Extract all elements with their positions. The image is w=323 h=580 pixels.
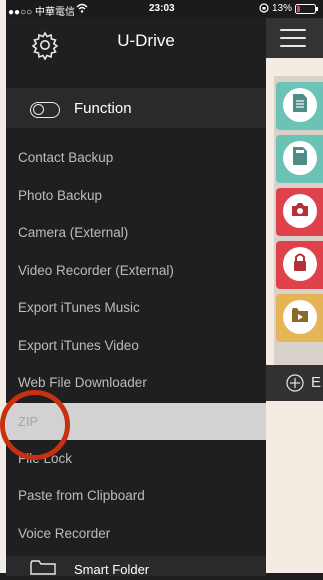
menu-item-voice-recorder[interactable]: Voice Recorder — [18, 526, 258, 541]
battery-icon — [295, 4, 319, 17]
lock-icon — [292, 252, 308, 277]
highlight-circle-annotation — [0, 390, 70, 460]
tile-documents[interactable] — [276, 82, 323, 130]
hamburger-menu-icon[interactable] — [280, 29, 306, 47]
menu-item-photo-backup[interactable]: Photo Backup — [18, 188, 258, 203]
menu-item-export-itunes-music[interactable]: Export iTunes Music — [18, 300, 258, 315]
main-bottom-bar: E — [266, 365, 323, 401]
tile-lock[interactable] — [276, 241, 323, 289]
menu-item-web-file-downloader[interactable]: Web File Downloader — [18, 375, 258, 390]
carrier-label: ●●○○ 中華電信 — [8, 7, 75, 18]
menu-item-export-itunes-video[interactable]: Export iTunes Video — [18, 338, 258, 353]
menu-item-contact-backup[interactable]: Contact Backup — [18, 150, 258, 165]
video-folder-icon — [291, 307, 309, 328]
folder-icon — [30, 559, 56, 580]
menu-item-video-recorder-external[interactable]: Video Recorder (External) — [18, 263, 258, 278]
menu-item-camera-external[interactable]: Camera (External) — [18, 225, 258, 240]
camera-icon — [291, 201, 309, 222]
smart-folder-section[interactable]: Smart Folder — [6, 556, 266, 577]
bottom-bar-label[interactable]: E — [311, 374, 321, 391]
tile-sd-card[interactable] — [276, 135, 323, 183]
add-circle-icon[interactable] — [286, 374, 304, 396]
function-section[interactable]: Function — [6, 88, 266, 128]
battery-percent: 13% — [272, 3, 293, 14]
settings-gear-icon[interactable] — [30, 30, 60, 61]
toggle-icon — [30, 102, 60, 118]
side-drawer: U-Drive Function Contact Backup Photo Ba… — [0, 18, 266, 577]
sd-card-icon — [292, 146, 308, 171]
tile-camera[interactable] — [276, 188, 323, 236]
document-icon — [292, 93, 308, 118]
main-header — [266, 18, 323, 58]
status-bar: ●●○○ 中華電信 23:03 13% — [6, 0, 323, 18]
main-panel: E — [266, 18, 323, 573]
app-title: U-Drive — [117, 31, 175, 50]
tile-video-folder[interactable] — [276, 294, 323, 342]
smart-folder-label: Smart Folder — [74, 562, 150, 577]
status-time: 23:03 — [149, 3, 175, 14]
wifi-icon — [76, 3, 88, 16]
function-label: Function — [74, 100, 132, 117]
menu-item-paste-from-clipboard[interactable]: Paste from Clipboard — [18, 488, 258, 503]
rotation-lock-icon — [259, 3, 269, 16]
